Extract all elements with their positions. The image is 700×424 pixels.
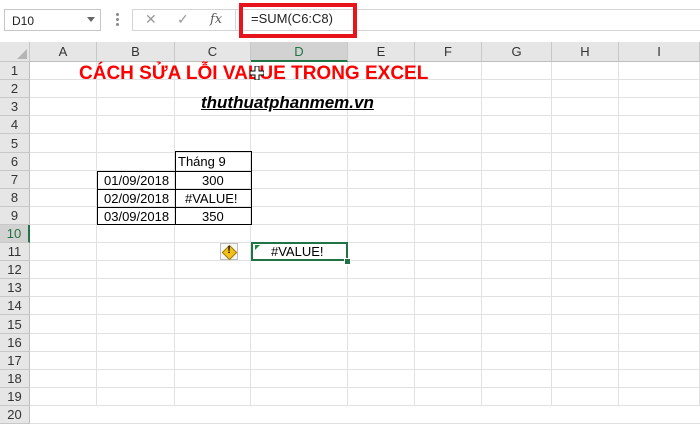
cell-c8[interactable]: 350 xyxy=(202,207,224,226)
column-header-f[interactable]: F xyxy=(415,42,482,62)
name-box[interactable]: D10 xyxy=(4,9,101,31)
column-header-e[interactable]: E xyxy=(348,42,415,62)
gridline-horizontal xyxy=(30,333,700,334)
row-header-17[interactable]: 17 xyxy=(0,352,30,370)
enter-icon[interactable]: ✓ xyxy=(177,11,189,28)
column-header-h[interactable]: H xyxy=(552,42,619,62)
gridline-vertical xyxy=(250,62,251,405)
row-header-14[interactable]: 14 xyxy=(0,297,30,315)
formula-highlight-box xyxy=(239,3,357,38)
cell-b7[interactable]: 02/09/2018 xyxy=(104,189,169,208)
row-header-18[interactable]: 18 xyxy=(0,370,30,388)
gridline-horizontal xyxy=(30,242,700,243)
column-header-c[interactable]: C xyxy=(175,42,251,62)
fill-handle[interactable] xyxy=(344,258,351,265)
gridline-horizontal xyxy=(30,296,700,297)
row-header-13[interactable]: 13 xyxy=(0,279,30,297)
row-header-4[interactable]: 4 xyxy=(0,116,30,134)
column-header-g[interactable]: G xyxy=(482,42,552,62)
gridline-horizontal xyxy=(30,115,700,116)
gridline-horizontal xyxy=(30,369,700,370)
gridline-horizontal xyxy=(30,260,700,261)
cell-c7[interactable]: #VALUE! xyxy=(185,189,238,208)
row-header-19[interactable]: 19 xyxy=(0,388,30,406)
select-all-corner[interactable] xyxy=(0,42,30,62)
column-header-d[interactable]: D xyxy=(251,42,348,62)
gridline-vertical xyxy=(618,62,619,405)
row-header-9[interactable]: 9 xyxy=(0,207,30,225)
formula-buttons: ✕ ✓ fx xyxy=(132,9,236,31)
row-header-7[interactable]: 7 xyxy=(0,171,30,189)
warning-glyph: ! xyxy=(227,245,231,256)
gridline-horizontal xyxy=(30,314,700,315)
row-header-1[interactable]: 1 xyxy=(0,62,30,80)
gridline-horizontal xyxy=(30,387,700,388)
row-header-12[interactable]: 12 xyxy=(0,261,30,279)
cell-d10[interactable]: #VALUE! xyxy=(271,242,324,261)
drag-handle-icon[interactable] xyxy=(116,13,119,27)
name-box-value: D10 xyxy=(12,14,35,28)
column-header-b[interactable]: B xyxy=(97,42,175,62)
formula-bar: D10 ✕ ✓ fx =SUM(C6:C8) xyxy=(0,0,700,38)
excel-cross-cursor-icon xyxy=(250,66,264,80)
row-header-15[interactable]: 15 xyxy=(0,315,30,334)
row-header-3[interactable]: 3 xyxy=(0,98,30,116)
gridline-vertical xyxy=(347,62,348,405)
gridline-horizontal xyxy=(30,152,700,153)
row-header-11[interactable]: 11 xyxy=(0,243,30,261)
cancel-icon[interactable]: ✕ xyxy=(145,11,157,28)
column-header-a[interactable]: A xyxy=(30,42,97,62)
row-header-2[interactable]: 2 xyxy=(0,80,30,98)
sheet-subtitle: thuthuatphanmem.vn xyxy=(201,93,374,112)
row-header-10[interactable]: 10 xyxy=(0,225,30,243)
gridline-horizontal xyxy=(30,278,700,279)
gridline-vertical xyxy=(481,62,482,405)
gridline-vertical xyxy=(414,62,415,405)
row-header-8[interactable]: 8 xyxy=(0,189,30,207)
chevron-down-icon[interactable] xyxy=(87,17,95,22)
cell-c6[interactable]: 300 xyxy=(202,171,224,190)
gridline-horizontal xyxy=(30,405,700,406)
table-column-divider xyxy=(175,171,176,225)
cell-b8[interactable]: 03/09/2018 xyxy=(104,207,169,226)
gridline-vertical xyxy=(96,62,97,405)
cell-b6[interactable]: 01/09/2018 xyxy=(104,171,169,190)
warning-diamond-icon[interactable]: ! xyxy=(220,243,238,261)
column-header-i[interactable]: I xyxy=(619,42,700,62)
insert-function-icon[interactable]: fx xyxy=(210,12,222,27)
row-header-16[interactable]: 16 xyxy=(0,334,30,352)
cell-c5[interactable]: Tháng 9 xyxy=(178,152,226,171)
gridline-vertical xyxy=(174,62,175,405)
row-header-20[interactable]: 20 xyxy=(0,406,30,424)
row-header-6[interactable]: 6 xyxy=(0,153,30,171)
gridline-horizontal xyxy=(30,133,700,134)
row-header-5[interactable]: 5 xyxy=(0,134,30,153)
gridline-horizontal xyxy=(30,351,700,352)
error-triangle-icon xyxy=(255,245,260,250)
gridline-vertical xyxy=(551,62,552,405)
